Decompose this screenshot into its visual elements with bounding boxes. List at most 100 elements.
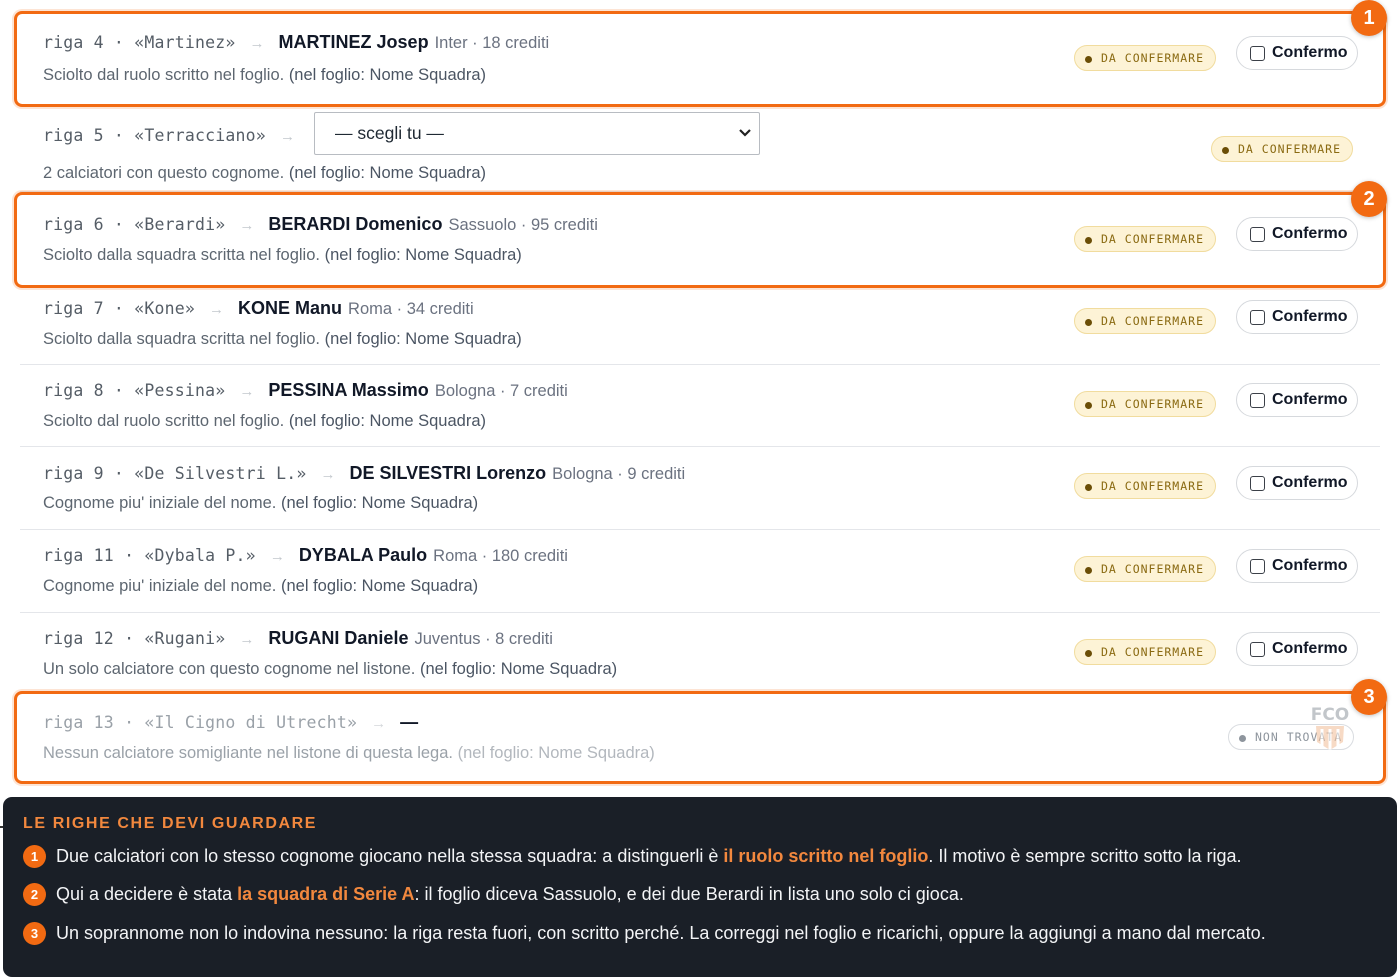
- sheet-note: (nel foglio: Nome Squadra): [419, 660, 618, 678]
- status-badge: DA CONFERMARE: [1074, 556, 1217, 582]
- sheet-note: (nel foglio: Nome Squadra): [288, 164, 487, 182]
- arrow-icon: →: [279, 128, 295, 145]
- row-reason: 2 calciatori con questo cognome. (nel fo…: [43, 164, 486, 183]
- status-dot-icon: [1085, 649, 1092, 657]
- status-dot-icon: [1085, 566, 1092, 574]
- row-header: riga 5 · «Terracciano» →: [43, 126, 309, 145]
- confirm-label: Confermo: [1272, 391, 1348, 408]
- row-ref: riga 9 · «De Silvestri L.»: [43, 464, 307, 483]
- row-reason: Sciolto dalla squadra scritta nel foglio…: [43, 330, 522, 349]
- tip-text-pre: Qui a decidere è stata: [56, 884, 238, 904]
- chevron-down-icon: [739, 129, 751, 137]
- arrow-icon: →: [320, 466, 336, 483]
- row-reason: Cognome piu' iniziale del nome. (nel fog…: [43, 577, 478, 596]
- tip-text-post: . Il motivo è sempre scritto sotto la ri…: [928, 846, 1242, 866]
- status-label: DA CONFERMARE: [1101, 479, 1205, 493]
- table-row: riga 12 · «Rugani» → RUGANI Daniele Juve…: [20, 613, 1380, 693]
- tip-emphasis: il ruolo scritto nel foglio: [723, 846, 929, 866]
- reason-text: Un solo calciatore con questo cognome ne…: [43, 660, 416, 678]
- status-dot-icon: [1085, 483, 1092, 491]
- tip-text: Qui a decidere è stata la squadra di Ser…: [56, 884, 964, 905]
- highlight-frame-1: [14, 11, 1386, 107]
- reason-text: Cognome piu' iniziale del nome.: [43, 494, 277, 512]
- row-header: riga 7 · «Kone» → KONE Manu Roma · 34 cr…: [43, 298, 474, 319]
- player-name: PESSINA Massimo: [268, 380, 429, 400]
- player-name: RUGANI Daniele: [268, 628, 409, 648]
- sheet-note: (nel foglio: Nome Squadra): [288, 412, 486, 430]
- arrow-icon: →: [269, 548, 285, 565]
- tip-text-pre: Un soprannome non lo indovina nessuno: l…: [56, 923, 1266, 943]
- marker-1: 1: [1351, 0, 1387, 36]
- row-reason: Sciolto dal ruolo scritto nel foglio. (n…: [43, 412, 486, 431]
- row-ref: riga 12 · «Rugani»: [43, 629, 226, 648]
- tip-number: 1: [23, 845, 46, 868]
- tip-item: 1 Due calciatori con lo stesso cognome g…: [23, 845, 1242, 868]
- player-name: DYBALA Paulo: [298, 545, 428, 565]
- row-header: riga 9 · «De Silvestri L.» → DE SILVESTR…: [43, 463, 685, 484]
- player-name: DE SILVESTRI Lorenzo: [349, 463, 547, 483]
- confirm-checkbox[interactable]: Confermo: [1236, 466, 1358, 500]
- status-dot-icon: [1085, 318, 1092, 326]
- table-row: riga 11 · «Dybala P.» → DYBALA Paulo Rom…: [20, 530, 1380, 613]
- checkbox-icon[interactable]: [1250, 641, 1265, 657]
- row-reason: Cognome piu' iniziale del nome. (nel fog…: [43, 494, 478, 513]
- marker-3: 3: [1351, 679, 1387, 715]
- tip-number: 2: [23, 883, 46, 906]
- player-meta: Bologna · 7 crediti: [434, 382, 568, 400]
- checkbox-icon[interactable]: [1250, 558, 1265, 574]
- player-meta: Bologna · 9 crediti: [552, 465, 686, 483]
- confirm-checkbox[interactable]: Confermo: [1236, 632, 1358, 666]
- status-dot-icon: [1085, 401, 1092, 409]
- status-dot-icon: [1222, 146, 1229, 154]
- tip-number: 3: [23, 922, 46, 945]
- confirm-label: Confermo: [1272, 557, 1348, 574]
- status-badge: DA CONFERMARE: [1074, 391, 1217, 417]
- confirm-label: Confermo: [1272, 640, 1348, 657]
- confirm-checkbox[interactable]: Confermo: [1236, 383, 1358, 417]
- reason-text: Sciolto dal ruolo scritto nel foglio.: [43, 412, 285, 430]
- row-header: riga 11 · «Dybala P.» → DYBALA Paulo Rom…: [43, 545, 568, 566]
- highlight-frame-3: [14, 691, 1386, 784]
- checkbox-icon[interactable]: [1250, 475, 1265, 491]
- tip-text-post: : il foglio diceva Sassuolo, e dei due B…: [414, 884, 964, 904]
- status-label: DA CONFERMARE: [1101, 397, 1205, 411]
- arrow-icon: →: [239, 631, 255, 648]
- row-ref: riga 8 · «Pessina»: [43, 381, 226, 400]
- sheet-note: (nel foglio: Nome Squadra): [324, 330, 522, 348]
- confirm-checkbox[interactable]: Confermo: [1236, 549, 1358, 583]
- confirm-label: Confermo: [1272, 308, 1348, 325]
- sheet-note: (nel foglio: Nome Squadra): [280, 494, 479, 512]
- table-row: riga 9 · «De Silvestri L.» → DE SILVESTR…: [20, 447, 1380, 530]
- marker-2: 2: [1351, 181, 1387, 217]
- player-name: KONE Manu: [238, 298, 343, 318]
- row-header: riga 12 · «Rugani» → RUGANI Daniele Juve…: [43, 628, 553, 649]
- status-badge: DA CONFERMARE: [1074, 639, 1217, 665]
- tip-text-pre: Due calciatori con lo stesso cognome gio…: [56, 846, 724, 866]
- explanation-panel: LE RIGHE CHE DEVI GUARDARE 1 Due calciat…: [3, 797, 1397, 977]
- reason-text: 2 calciatori con questo cognome.: [43, 164, 285, 182]
- tip-text: Un soprannome non lo indovina nessuno: l…: [56, 923, 1266, 944]
- status-badge: DA CONFERMARE: [1074, 473, 1217, 499]
- table-row: riga 8 · «Pessina» → PESSINA Massimo Bol…: [20, 365, 1380, 447]
- tip-emphasis: la squadra di Serie A: [237, 884, 415, 904]
- player-meta: Roma · 180 crediti: [433, 547, 568, 565]
- reason-text: Cognome piu' iniziale del nome.: [43, 577, 277, 595]
- status-label: DA CONFERMARE: [1101, 645, 1205, 659]
- row-ref: riga 11 · «Dybala P.»: [43, 546, 256, 565]
- player-select[interactable]: — scegli tu —: [314, 112, 760, 155]
- reason-text: Sciolto dalla squadra scritta nel foglio…: [43, 330, 320, 348]
- table-row: riga 7 · «Kone» → KONE Manu Roma · 34 cr…: [20, 284, 1380, 365]
- tip-text: Due calciatori con lo stesso cognome gio…: [56, 846, 1242, 867]
- arrow-icon: →: [209, 301, 225, 318]
- player-meta: Roma · 34 crediti: [348, 300, 474, 318]
- table-row: riga 5 · «Terracciano» → — scegli tu — 2…: [20, 110, 1380, 192]
- checkbox-icon[interactable]: [1250, 309, 1265, 325]
- status-label: DA CONFERMARE: [1238, 142, 1342, 156]
- confirm-checkbox[interactable]: Confermo: [1236, 300, 1358, 334]
- highlight-frame-2: [14, 192, 1386, 288]
- row-ref: riga 5 · «Terracciano»: [43, 126, 266, 145]
- status-label: DA CONFERMARE: [1101, 314, 1205, 328]
- checkbox-icon[interactable]: [1250, 392, 1265, 408]
- tip-item: 3 Un soprannome non lo indovina nessuno:…: [23, 922, 1266, 945]
- confirm-label: Confermo: [1272, 474, 1348, 491]
